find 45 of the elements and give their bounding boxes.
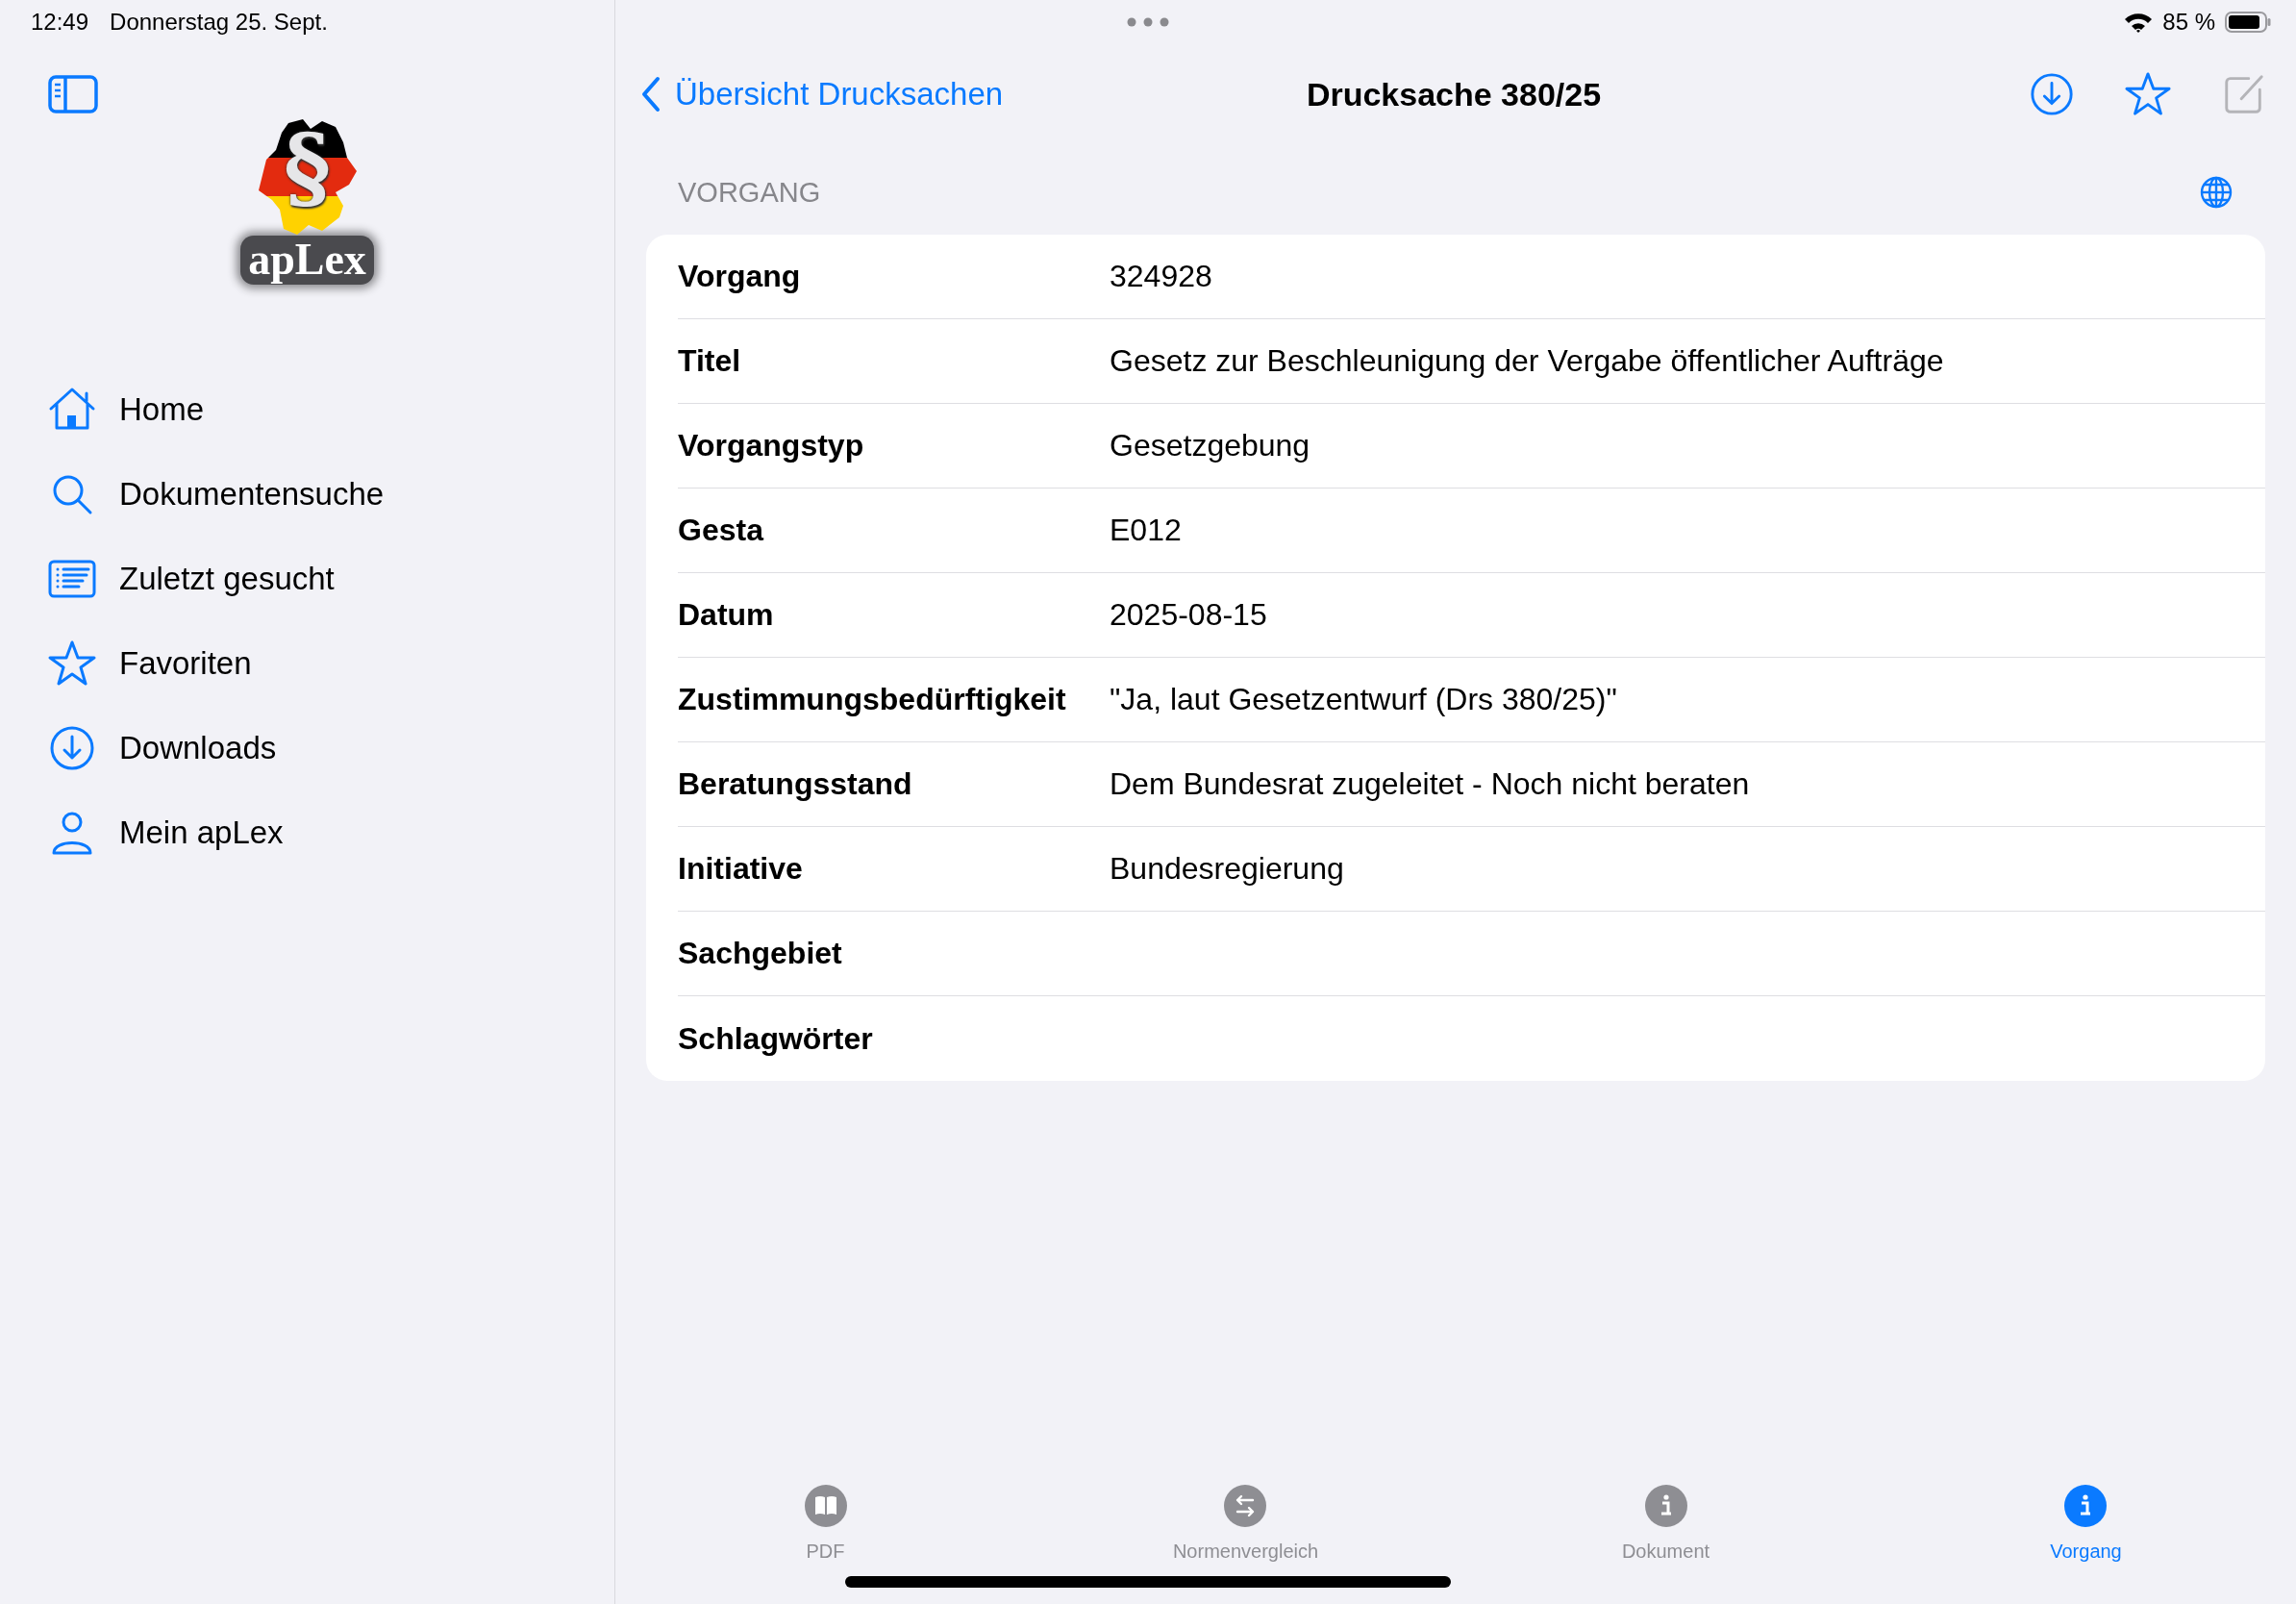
field-label: Sachgebiet	[678, 936, 843, 971]
field-value: Bundesregierung	[1110, 851, 1344, 887]
field-label: Vorgangstyp	[678, 428, 865, 464]
star-icon[interactable]	[2125, 71, 2171, 117]
chevron-left-icon	[640, 76, 661, 113]
sidebar-item[interactable]: Zuletzt gesucht	[0, 536, 614, 621]
field-label: Gesta	[678, 513, 765, 548]
field-value: E012	[1110, 513, 1182, 548]
globe-icon[interactable]	[2200, 176, 2233, 209]
sidebar-item[interactable]: Home	[0, 366, 614, 452]
download-icon[interactable]	[2029, 71, 2075, 117]
info-icon	[1644, 1485, 1687, 1527]
battery-percentage: 85 %	[2162, 9, 2215, 36]
field-label: Initiative	[678, 851, 804, 887]
sidebar-item[interactable]: Favoriten	[0, 620, 614, 706]
arrows-icon	[1224, 1485, 1267, 1527]
page-title: Drucksache 380/25	[1306, 75, 1602, 113]
field-label: Datum	[678, 597, 775, 633]
field-label: Schlagwörter	[678, 1020, 874, 1057]
sidebar-item[interactable]: Downloads	[0, 705, 614, 790]
field-value: 324928	[1110, 259, 1212, 294]
wifi-icon	[2124, 12, 2154, 33]
book-icon	[804, 1485, 847, 1527]
field-value: Gesetzgebung	[1110, 428, 1310, 464]
app-name: apLex	[240, 236, 374, 285]
field-label: Zustimmungsbedürftigkeit	[678, 682, 1067, 717]
section-header: VORGANG	[678, 176, 821, 209]
sidebar-item[interactable]: Mein apLex	[0, 789, 614, 875]
multitasking-dots-icon[interactable]	[1127, 17, 1169, 27]
status-time: 12:49	[31, 9, 89, 36]
tab[interactable]: Vorgang	[2050, 1485, 2122, 1563]
field-label: Beratungsstand	[678, 766, 913, 802]
battery-icon	[2225, 12, 2271, 33]
field-value: "Ja, laut Gesetzentwurf (Drs 380/25)"	[1110, 682, 1617, 717]
field-value: Dem Bundesrat zugeleitet - Noch nicht beraten	[1110, 766, 1750, 802]
sidebar-item[interactable]: Dokumentensuche	[0, 451, 614, 537]
field-value: 2025-08-15	[1110, 597, 1267, 633]
info-icon	[2064, 1485, 2108, 1527]
star-icon	[48, 639, 96, 688]
field-label: Vorgang	[678, 259, 802, 294]
back-button[interactable]: Übersicht Drucksachen	[640, 76, 1004, 113]
sidebar-toggle-icon[interactable]	[48, 75, 98, 113]
status-date: Donnerstag 25. Sept.	[110, 9, 328, 36]
field-value: Gesetz zur Beschleunigung der Vergabe öffentlicher Aufträge	[1110, 343, 1944, 379]
field-label: Titel	[678, 343, 742, 379]
